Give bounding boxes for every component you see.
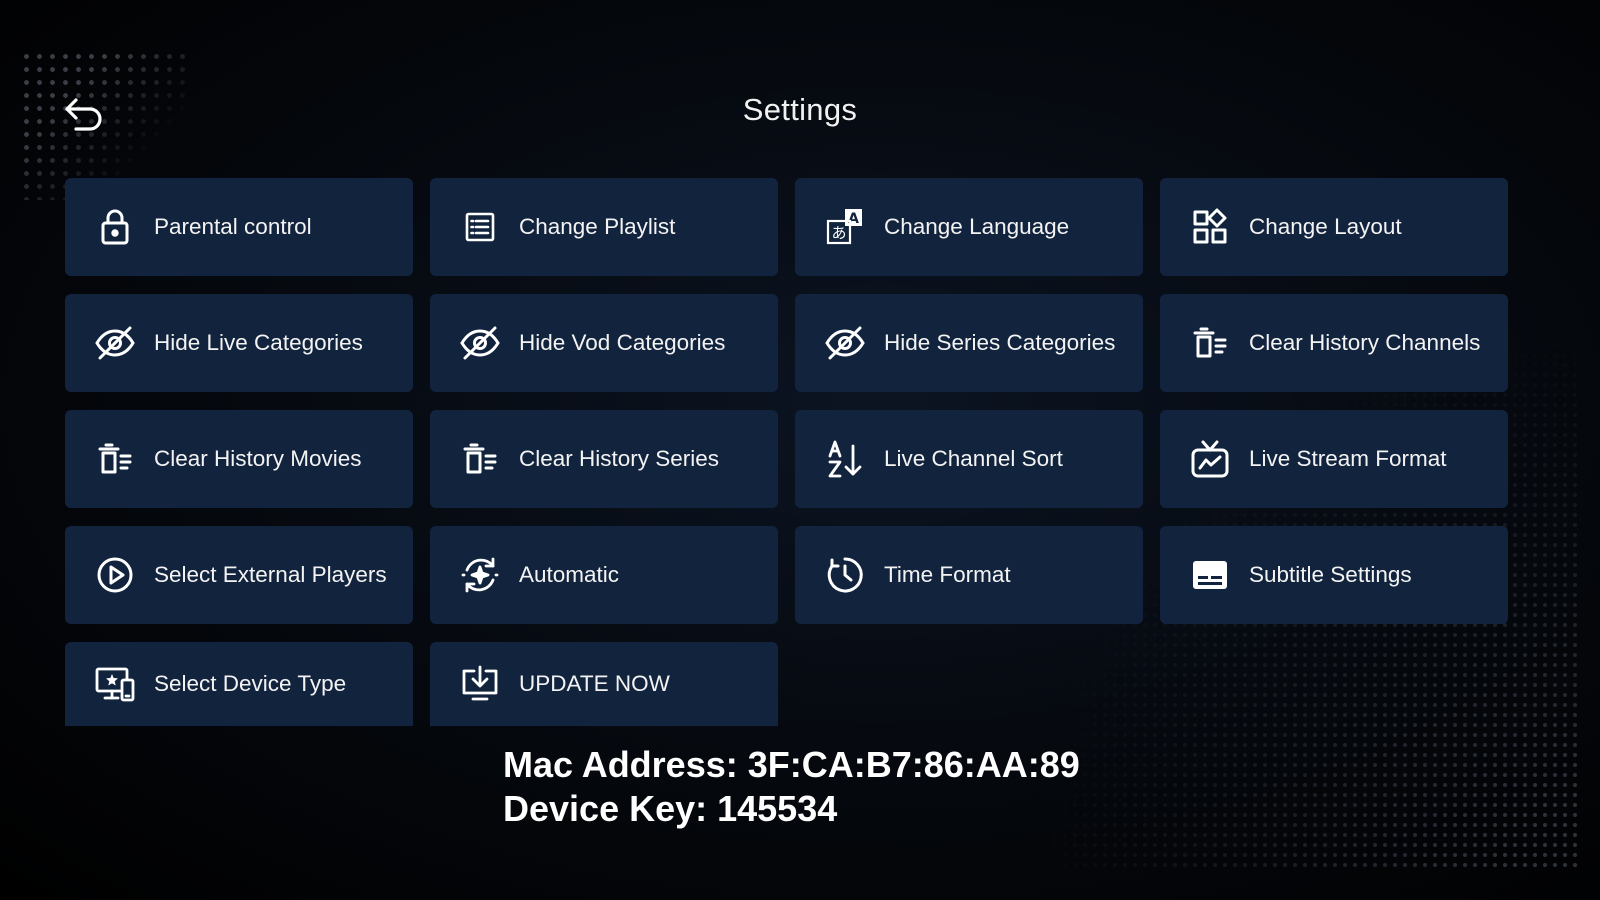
tile-label: Select Device Type: [154, 671, 347, 696]
clear-history-icon: [1187, 320, 1233, 366]
tile-label: Live Stream Format: [1249, 446, 1447, 471]
tv-icon: [1187, 436, 1233, 482]
mac-address: Mac Address: 3F:CA:B7:86:AA:89: [503, 744, 1080, 785]
auto-refresh-icon: [457, 552, 503, 598]
svg-text:あ: あ: [831, 224, 846, 242]
subtitle-settings-button[interactable]: Subtitle Settings: [1160, 526, 1508, 624]
tile-label: Hide Live Categories: [154, 330, 363, 355]
clock-icon: [822, 552, 868, 598]
select-external-players-button[interactable]: Select External Players: [65, 526, 413, 624]
tile-label: Parental control: [154, 214, 312, 239]
live-stream-format-button[interactable]: Live Stream Format: [1160, 410, 1508, 508]
clear-history-icon: [92, 436, 138, 482]
tile-label: Hide Vod Categories: [519, 330, 726, 355]
subtitles-icon: [1187, 552, 1233, 598]
tile-label: Hide Series Categories: [884, 330, 1116, 355]
tile-label: Clear History Channels: [1249, 330, 1481, 355]
play-circle-icon: [92, 552, 138, 598]
tile-label: Change Playlist: [519, 214, 676, 239]
tile-label: Select External Players: [154, 562, 387, 587]
clear-history-channels-button[interactable]: Clear History Channels: [1160, 294, 1508, 392]
select-device-type-button[interactable]: Select Device Type: [65, 642, 413, 726]
layout-icon: [1187, 204, 1233, 250]
eye-off-icon: [92, 320, 138, 366]
time-format-button[interactable]: Time Format: [795, 526, 1143, 624]
eye-off-icon: [822, 320, 868, 366]
hide-series-categories-button[interactable]: Hide Series Categories: [795, 294, 1143, 392]
tile-label: Time Format: [884, 562, 1011, 587]
clear-history-icon: [457, 436, 503, 482]
translate-icon: A あ: [822, 204, 868, 250]
tile-label: Automatic: [519, 562, 620, 587]
automatic-button[interactable]: Automatic: [430, 526, 778, 624]
parental-control-button[interactable]: Parental control: [65, 178, 413, 276]
change-playlist-button[interactable]: Change Playlist: [430, 178, 778, 276]
update-now-button[interactable]: UPDATE NOW: [430, 642, 778, 726]
live-channel-sort-button[interactable]: Live Channel Sort: [795, 410, 1143, 508]
devices-icon: [92, 661, 138, 707]
list-icon: [457, 204, 503, 250]
device-key: Device Key: 145534: [503, 788, 838, 829]
settings-grid: Parental control Change Playlist A あ Cha…: [65, 178, 1509, 726]
hide-live-categories-button[interactable]: Hide Live Categories: [65, 294, 413, 392]
clear-history-movies-button[interactable]: Clear History Movies: [65, 410, 413, 508]
hide-vod-categories-button[interactable]: Hide Vod Categories: [430, 294, 778, 392]
tile-label: Subtitle Settings: [1249, 562, 1412, 587]
page-title: Settings: [742, 92, 858, 127]
eye-off-icon: [457, 320, 503, 366]
settings-screen: Settings Parental control Change Playlis…: [0, 0, 1600, 900]
tile-label: Live Channel Sort: [884, 446, 1063, 471]
clear-history-series-button[interactable]: Clear History Series: [430, 410, 778, 508]
change-language-button[interactable]: A あ Change Language: [795, 178, 1143, 276]
tile-label: Change Layout: [1249, 214, 1402, 239]
tile-label: Clear History Movies: [154, 446, 362, 471]
tile-label: Change Language: [884, 214, 1070, 239]
lock-icon: [92, 204, 138, 250]
device-info: Mac Address: 3F:CA:B7:86:AA:89 Device Ke…: [503, 743, 1080, 831]
tile-label: Clear History Series: [519, 446, 720, 471]
change-layout-button[interactable]: Change Layout: [1160, 178, 1508, 276]
download-icon: [457, 661, 503, 707]
sort-az-icon: [822, 436, 868, 482]
tile-label: UPDATE NOW: [519, 671, 670, 696]
